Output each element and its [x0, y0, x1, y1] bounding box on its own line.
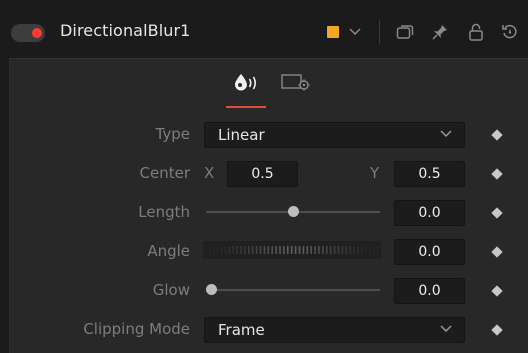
glow-slider-track[interactable] [206, 289, 380, 291]
center-x-field[interactable]: 0.5 [227, 161, 298, 187]
length-label: Length [138, 203, 190, 221]
center-y-label: Y [370, 164, 380, 182]
power-icon [32, 28, 42, 38]
type-dropdown[interactable]: Linear [204, 122, 465, 148]
tab-controls[interactable] [228, 69, 264, 95]
clipping-mode-keyframe-button[interactable] [491, 324, 503, 336]
tab-settings[interactable] [278, 69, 314, 95]
center-label: Center [139, 164, 191, 182]
angle-field[interactable]: 0.0 [394, 239, 465, 265]
inspector-panel: Type Linear Center X 0.5 Y 0.5 Length 0.… [9, 58, 528, 353]
length-field[interactable]: 0.0 [394, 200, 465, 226]
clipping-mode-value: Frame [218, 321, 265, 339]
node-enable-toggle[interactable] [11, 24, 45, 42]
type-value: Linear [218, 126, 265, 144]
chevron-down-icon[interactable] [345, 22, 365, 42]
angle-label: Angle [147, 242, 190, 260]
glow-label: Glow [152, 281, 190, 299]
settings-icon [281, 74, 310, 91]
glow-keyframe-button[interactable] [491, 285, 503, 297]
type-keyframe-button[interactable] [491, 129, 503, 141]
lock-icon[interactable] [466, 22, 486, 42]
reset-icon[interactable] [500, 22, 520, 42]
clipping-mode-dropdown[interactable]: Frame [204, 317, 465, 343]
window-icon[interactable] [395, 22, 415, 42]
active-tab-indicator [226, 106, 266, 108]
color-swatch[interactable] [327, 26, 339, 38]
clipping-mode-label: Clipping Mode [83, 320, 190, 338]
angle-keyframe-button[interactable] [491, 246, 503, 258]
center-y-field[interactable]: 0.5 [394, 161, 465, 187]
center-keyframe-button[interactable] [491, 168, 503, 180]
header-divider [379, 20, 380, 44]
center-x-label: X [204, 164, 215, 182]
drop-icon [235, 74, 257, 91]
type-label: Type [155, 125, 190, 143]
pin-icon[interactable] [430, 22, 450, 42]
node-title: DirectionalBlur1 [60, 21, 191, 40]
node-header: DirectionalBlur1 [0, 0, 528, 58]
length-slider-knob[interactable] [287, 206, 299, 217]
glow-slider-knob[interactable] [206, 284, 217, 295]
length-keyframe-button[interactable] [491, 207, 503, 219]
glow-field[interactable]: 0.0 [394, 278, 465, 304]
chevron-down-icon [440, 325, 452, 333]
chevron-down-icon [440, 130, 452, 138]
angle-thumbwheel[interactable] [203, 241, 381, 259]
